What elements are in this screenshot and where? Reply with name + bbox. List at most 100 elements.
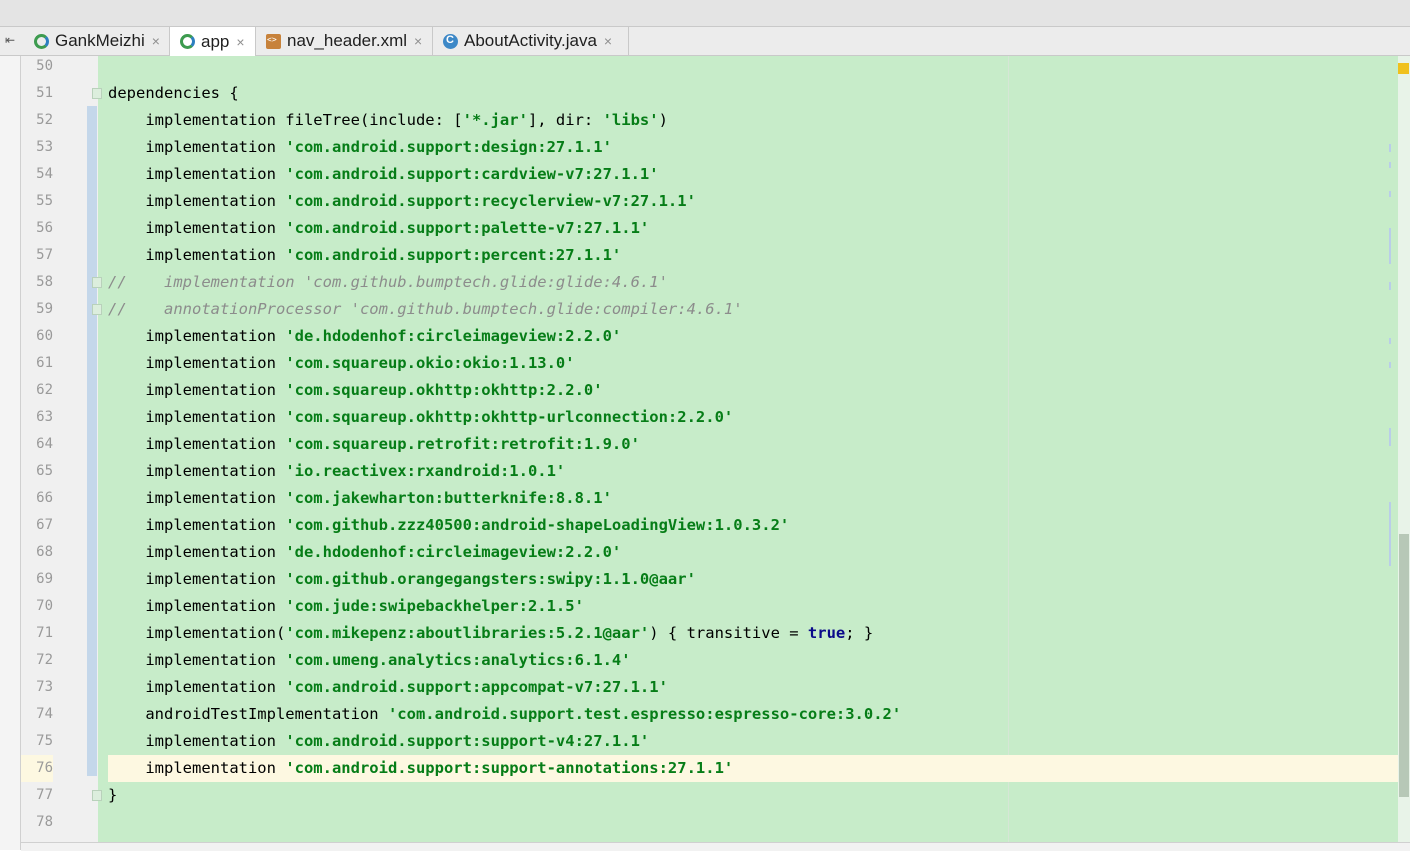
close-icon[interactable]: × bbox=[414, 33, 422, 49]
line-code[interactable]: implementation 'com.android.support:supp… bbox=[108, 755, 1410, 782]
line-code[interactable] bbox=[108, 809, 1410, 836]
line-code[interactable]: implementation 'com.android.support:recy… bbox=[108, 188, 1410, 215]
close-icon[interactable]: × bbox=[152, 33, 160, 49]
code-line[interactable]: 65 implementation 'io.reactivex:rxandroi… bbox=[21, 458, 1410, 485]
warning-indicator-icon[interactable] bbox=[1398, 63, 1409, 74]
code-line[interactable]: 54 implementation 'com.android.support:c… bbox=[21, 161, 1410, 188]
code-token: implementation( bbox=[108, 624, 286, 642]
code-line[interactable]: 75 implementation 'com.android.support:s… bbox=[21, 728, 1410, 755]
line-code[interactable]: implementation 'com.squareup.okhttp:okht… bbox=[108, 377, 1410, 404]
code-line[interactable]: 62 implementation 'com.squareup.okhttp:o… bbox=[21, 377, 1410, 404]
string-literal: 'com.squareup.okhttp:okhttp:2.2.0' bbox=[285, 381, 603, 399]
code-line[interactable]: 50 bbox=[21, 56, 1410, 80]
code-line[interactable]: 69 implementation 'com.github.orangegang… bbox=[21, 566, 1410, 593]
code-line[interactable]: 61 implementation 'com.squareup.okio:oki… bbox=[21, 350, 1410, 377]
code-line[interactable]: 73 implementation 'com.android.support:a… bbox=[21, 674, 1410, 701]
line-code[interactable]: // implementation 'com.github.bumptech.g… bbox=[108, 269, 1410, 296]
string-literal: 'libs' bbox=[602, 111, 659, 129]
recent-files-icon[interactable]: ⇤ bbox=[0, 27, 20, 55]
code-editor[interactable]: 50 51 dependencies {52 implementation file… bbox=[21, 56, 1410, 842]
string-literal: 'com.umeng.analytics:analytics:6.1.4' bbox=[285, 651, 631, 669]
code-line[interactable]: 76 implementation 'com.android.support:s… bbox=[21, 755, 1410, 782]
tab-label: AboutActivity.java bbox=[464, 31, 597, 50]
code-line[interactable]: 51 dependencies { bbox=[21, 80, 1410, 107]
code-line[interactable]: 68 implementation 'de.hdodenhof:circleim… bbox=[21, 539, 1410, 566]
code-line[interactable]: 64 implementation 'com.squareup.retrofit… bbox=[21, 431, 1410, 458]
line-number: 62 bbox=[36, 382, 53, 398]
line-code[interactable]: implementation 'de.hdodenhof:circleimage… bbox=[108, 539, 1410, 566]
fold-marker-icon[interactable] bbox=[92, 88, 102, 99]
line-code[interactable]: implementation 'com.github.zzz40500:andr… bbox=[108, 512, 1410, 539]
string-literal: 'com.android.support:palette-v7:27.1.1' bbox=[285, 219, 650, 237]
line-code[interactable]: implementation 'com.android.support:pale… bbox=[108, 215, 1410, 242]
line-code[interactable]: } bbox=[108, 782, 1410, 809]
code-line[interactable]: 67 implementation 'com.github.zzz40500:a… bbox=[21, 512, 1410, 539]
change-stripe-mark[interactable] bbox=[1389, 191, 1391, 197]
fold-marker-icon[interactable] bbox=[92, 790, 102, 801]
tab-nav-header-xml[interactable]: nav_header.xml × bbox=[256, 27, 433, 55]
line-code[interactable]: implementation 'de.hdodenhof:circleimage… bbox=[108, 323, 1410, 350]
line-code[interactable]: implementation 'com.android.support:card… bbox=[108, 161, 1410, 188]
code-token: implementation bbox=[108, 759, 286, 777]
code-line[interactable]: 59 // annotationProcessor 'com.github.bum… bbox=[21, 296, 1410, 323]
line-code[interactable]: implementation 'com.umeng.analytics:anal… bbox=[108, 647, 1410, 674]
line-number: 64 bbox=[36, 436, 53, 452]
line-code[interactable]: implementation 'com.android.support:perc… bbox=[108, 242, 1410, 269]
code-line[interactable]: 78 bbox=[21, 809, 1410, 836]
code-line[interactable]: 60 implementation 'de.hdodenhof:circleim… bbox=[21, 323, 1410, 350]
code-line[interactable]: 66 implementation 'com.jakewharton:butte… bbox=[21, 485, 1410, 512]
change-stripe-mark[interactable] bbox=[1389, 362, 1391, 368]
change-stripe-mark[interactable] bbox=[1389, 228, 1391, 264]
tab-app[interactable]: app × bbox=[170, 27, 256, 56]
code-line[interactable]: 77} bbox=[21, 782, 1410, 809]
fold-marker-icon[interactable] bbox=[92, 304, 102, 315]
change-stripe-mark[interactable] bbox=[1389, 162, 1391, 168]
error-stripe[interactable] bbox=[1398, 56, 1410, 850]
line-code[interactable]: // annotationProcessor 'com.github.bumpt… bbox=[108, 296, 1410, 323]
line-code[interactable] bbox=[108, 56, 1410, 80]
xml-file-icon bbox=[266, 33, 281, 49]
line-code[interactable]: implementation 'com.jakewharton:butterkn… bbox=[108, 485, 1410, 512]
code-line[interactable]: 63 implementation 'com.squareup.okhttp:o… bbox=[21, 404, 1410, 431]
code-line[interactable]: 55 implementation 'com.android.support:r… bbox=[21, 188, 1410, 215]
line-code[interactable]: implementation fileTree(include: ['*.jar… bbox=[108, 107, 1410, 134]
string-literal: 'com.squareup.okio:okio:1.13.0' bbox=[285, 354, 575, 372]
line-code[interactable]: implementation 'com.squareup.retrofit:re… bbox=[108, 431, 1410, 458]
line-code[interactable]: implementation('com.mikepenz:aboutlibrar… bbox=[108, 620, 1410, 647]
line-code[interactable]: implementation 'com.android.support:supp… bbox=[108, 728, 1410, 755]
gradle-icon bbox=[180, 34, 195, 49]
code-line[interactable]: 58 // implementation 'com.github.bumptech… bbox=[21, 269, 1410, 296]
close-icon[interactable]: × bbox=[236, 34, 244, 50]
code-line[interactable]: 70 implementation 'com.jude:swipebackhel… bbox=[21, 593, 1410, 620]
code-line[interactable]: 56 implementation 'com.android.support:p… bbox=[21, 215, 1410, 242]
line-code[interactable]: implementation 'com.squareup.okhttp:okht… bbox=[108, 404, 1410, 431]
code-line[interactable]: 71 implementation('com.mikepenz:aboutlib… bbox=[21, 620, 1410, 647]
line-code[interactable]: implementation 'com.squareup.okio:okio:1… bbox=[108, 350, 1410, 377]
change-stripe-mark[interactable] bbox=[1389, 282, 1391, 290]
change-stripe-mark[interactable] bbox=[1389, 338, 1391, 344]
line-code[interactable]: implementation 'com.github.orangegangste… bbox=[108, 566, 1410, 593]
line-code[interactable]: implementation 'com.android.support:appc… bbox=[108, 674, 1410, 701]
line-code[interactable]: androidTestImplementation 'com.android.s… bbox=[108, 701, 1410, 728]
code-token: implementation bbox=[108, 543, 286, 561]
fold-marker-icon[interactable] bbox=[92, 277, 102, 288]
change-stripe-mark[interactable] bbox=[1389, 502, 1391, 566]
gradle-icon bbox=[34, 33, 49, 49]
line-code[interactable]: dependencies { bbox=[108, 80, 1410, 107]
scrollbar-thumb[interactable] bbox=[1399, 534, 1409, 797]
change-stripe-mark[interactable] bbox=[1389, 428, 1391, 446]
change-stripe-mark[interactable] bbox=[1389, 144, 1391, 152]
line-code[interactable]: implementation 'com.jude:swipebackhelper… bbox=[108, 593, 1410, 620]
line-code[interactable]: implementation 'io.reactivex:rxandroid:1… bbox=[108, 458, 1410, 485]
code-line[interactable]: 53 implementation 'com.android.support:d… bbox=[21, 134, 1410, 161]
code-line[interactable]: 72 implementation 'com.umeng.analytics:a… bbox=[21, 647, 1410, 674]
comment: // implementation 'com.github.bumptech.g… bbox=[108, 273, 668, 291]
line-code[interactable]: implementation 'com.android.support:desi… bbox=[108, 134, 1410, 161]
close-icon[interactable]: × bbox=[604, 33, 612, 49]
tab-gankmeizhi[interactable]: GankMeizhi × bbox=[24, 27, 170, 55]
code-line[interactable]: 74 androidTestImplementation 'com.androi… bbox=[21, 701, 1410, 728]
code-line[interactable]: 57 implementation 'com.android.support:p… bbox=[21, 242, 1410, 269]
code-line[interactable]: 52 implementation fileTree(include: ['*.… bbox=[21, 107, 1410, 134]
string-literal: 'com.jakewharton:butterknife:8.8.1' bbox=[285, 489, 612, 507]
tab-aboutactivity-java[interactable]: AboutActivity.java × bbox=[433, 27, 629, 55]
